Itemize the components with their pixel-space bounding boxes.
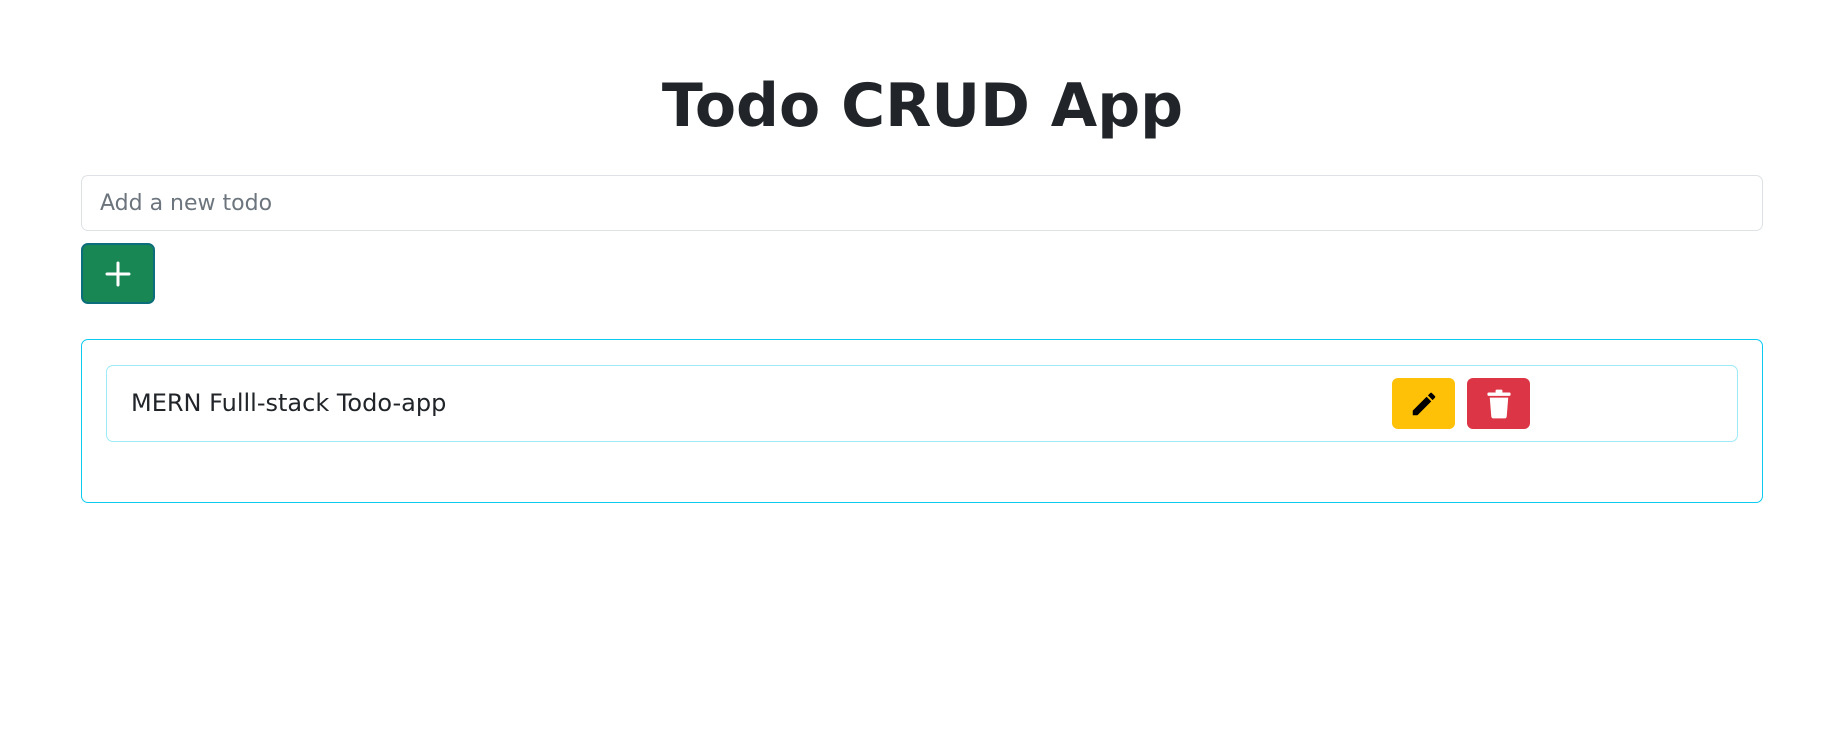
trash-icon	[1486, 389, 1512, 419]
add-todo-button[interactable]	[81, 243, 155, 304]
page-title: Todo CRUD App	[661, 71, 1184, 141]
new-todo-input[interactable]	[81, 175, 1763, 231]
edit-todo-button[interactable]	[1392, 378, 1455, 429]
plus-icon	[105, 261, 131, 287]
todo-list-item: MERN Fulll-stack Todo-app	[106, 365, 1738, 442]
pencil-icon	[1409, 389, 1439, 419]
todo-item-text: MERN Fulll-stack Todo-app	[131, 389, 447, 417]
todo-list-panel: MERN Fulll-stack Todo-app	[81, 339, 1763, 503]
delete-todo-button[interactable]	[1467, 378, 1530, 429]
app-container: Todo CRUD App MERN Fulll-stack Todo-app	[0, 0, 1845, 742]
